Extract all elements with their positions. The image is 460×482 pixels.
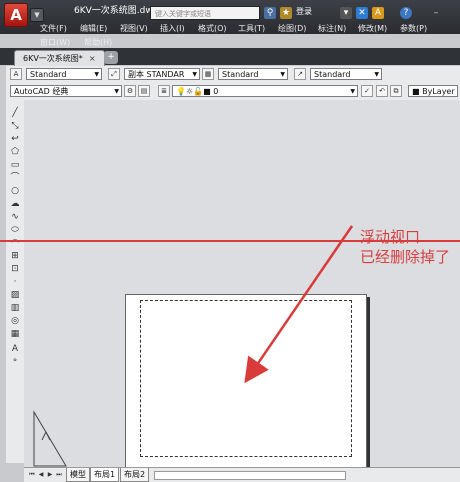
tab-layout1[interactable]: 布局1 <box>90 468 120 482</box>
horizontal-scrollbar[interactable] <box>154 471 346 480</box>
last-tab-icon[interactable]: ⏭ <box>55 470 63 479</box>
tab-layout2[interactable]: 布局2 <box>120 468 150 482</box>
layout-tab-bar: ⏮ ◀ ▶ ⏭ 模型 布局1 布局2 <box>24 467 460 482</box>
prev-tab-icon[interactable]: ◀ <box>37 470 45 479</box>
tab-model[interactable]: 模型 <box>66 468 90 482</box>
ucs-icon <box>33 410 67 467</box>
next-tab-icon[interactable]: ▶ <box>46 470 54 479</box>
annotation-arrow <box>244 225 354 384</box>
first-tab-icon[interactable]: ⏮ <box>28 470 36 479</box>
